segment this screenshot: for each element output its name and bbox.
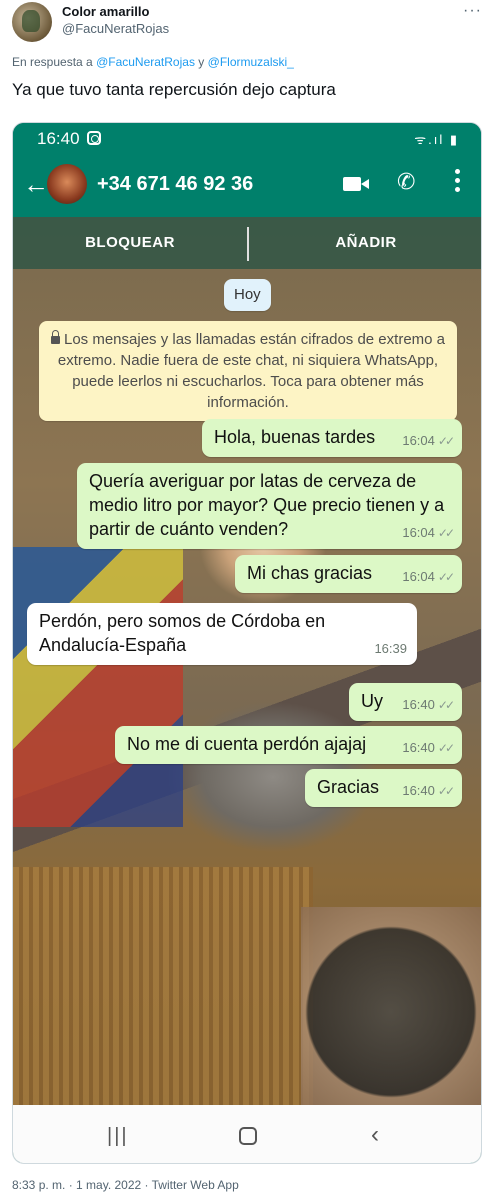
phone-call-icon[interactable]: ✆ [397,169,415,195]
status-bar: 16:40 ᯤ.ıl ▮ [13,123,481,155]
encryption-notice-text: Los mensajes y las llamadas están cifrad… [57,331,446,411]
message-text: Mi chas gracias [247,563,373,583]
encryption-notice[interactable]: Los mensajes y las llamadas están cifrad… [39,321,457,421]
status-time: 16:40 [37,129,80,148]
message-text: Gracias [317,777,380,797]
more-vertical-icon[interactable] [455,169,463,196]
mention-link-1[interactable]: @FacuNeratRojas [96,55,195,69]
message-text: Quería averiguar por latas de cerveza de… [89,471,445,539]
instagram-icon [87,131,101,145]
message-meta: 16:04 ✓✓ [402,565,455,589]
message-meta: 16:40 ✓✓ [402,693,455,717]
message-bubble[interactable]: Quería averiguar por latas de cerveza de… [77,463,462,549]
wallpaper-decoration [13,867,313,1117]
reply-conjunction: y [198,55,205,69]
message-time: 16:04 [402,525,435,540]
more-horizontal-icon[interactable]: ··· [463,2,482,20]
message-text: No me di cuenta perdón ajajaj [127,734,367,754]
message-bubble-incoming[interactable]: Perdón, pero somos de Córdoba en Andaluc… [27,603,417,665]
home-icon[interactable] [239,1127,257,1145]
date-chip: Hoy [224,279,271,311]
message-text: Uy [361,691,383,711]
message-time: 16:40 [402,740,435,755]
message-bubble[interactable]: No me di cuenta perdón ajajaj 16:40 ✓✓ [115,726,462,764]
mention-link-2[interactable]: @Flormuzalski_ [208,55,294,69]
contact-avatar[interactable] [47,164,87,204]
chat-app-bar: ← +34 671 46 92 36 ✆ [13,155,481,217]
avatar[interactable] [12,2,52,42]
recent-apps-icon[interactable]: ||| [107,1125,129,1148]
unknown-contact-actions: BLOQUEAR AÑADIR [13,217,481,269]
double-check-icon: ✓✓ [437,434,455,448]
whatsapp-screenshot[interactable]: 16:40 ᯤ.ıl ▮ ← +34 671 46 92 36 ✆ BLOQUE… [12,122,482,1164]
android-nav-bar: ||| ‹ [13,1105,481,1163]
double-check-icon: ✓✓ [437,741,455,755]
message-time: 16:04 [402,569,435,584]
signal-battery-icon: ᯤ.ıl ▮ [414,132,459,147]
message-time: 16:39 [374,641,407,656]
message-text: Hola, buenas tardes [214,427,376,447]
add-contact-button[interactable]: AÑADIR [249,217,481,269]
double-check-icon: ✓✓ [437,698,455,712]
video-call-icon[interactable] [343,177,369,191]
message-meta: 16:04 ✓✓ [402,521,455,545]
message-bubble[interactable]: Hola, buenas tardes 16:04 ✓✓ [202,419,462,457]
message-meta: 16:04 ✓✓ [402,429,455,453]
message-time: 16:40 [402,697,435,712]
user-handle[interactable]: @FacuNeratRojas [62,21,169,36]
message-meta: 16:39 [374,637,407,661]
message-bubble[interactable]: Gracias 16:40 ✓✓ [305,769,462,807]
double-check-icon: ✓✓ [437,784,455,798]
tweet-timestamp[interactable]: 8:33 p. m. · 1 may. 2022 · Twitter Web A… [12,1178,239,1192]
chat-area: BLOQUEAR AÑADIR Hoy Los mensajes y las l… [13,217,481,1163]
reply-context: En respuesta a @FacuNeratRojas y @Flormu… [12,55,294,69]
back-arrow-icon[interactable]: ← [23,169,49,199]
message-bubble[interactable]: Uy 16:40 ✓✓ [349,683,462,721]
contact-phone-number[interactable]: +34 671 46 92 36 [97,173,253,196]
message-meta: 16:40 ✓✓ [402,779,455,803]
double-check-icon: ✓✓ [437,526,455,540]
tweet-header: Color amarillo @FacuNeratRojas ··· [12,0,482,46]
double-check-icon: ✓✓ [437,570,455,584]
reply-prefix: En respuesta a [12,55,93,69]
message-bubble[interactable]: Mi chas gracias 16:04 ✓✓ [235,555,462,593]
chevron-left-icon[interactable]: ‹ [371,1121,379,1149]
display-name[interactable]: Color amarillo [62,4,149,19]
message-time: 16:04 [402,433,435,448]
lock-icon [50,330,60,344]
tweet-text: Ya que tuvo tanta repercusión dejo captu… [12,80,336,99]
block-button[interactable]: BLOQUEAR [13,217,247,269]
message-meta: 16:40 ✓✓ [402,736,455,760]
message-time: 16:40 [402,783,435,798]
message-text: Perdón, pero somos de Córdoba en Andaluc… [39,611,326,655]
